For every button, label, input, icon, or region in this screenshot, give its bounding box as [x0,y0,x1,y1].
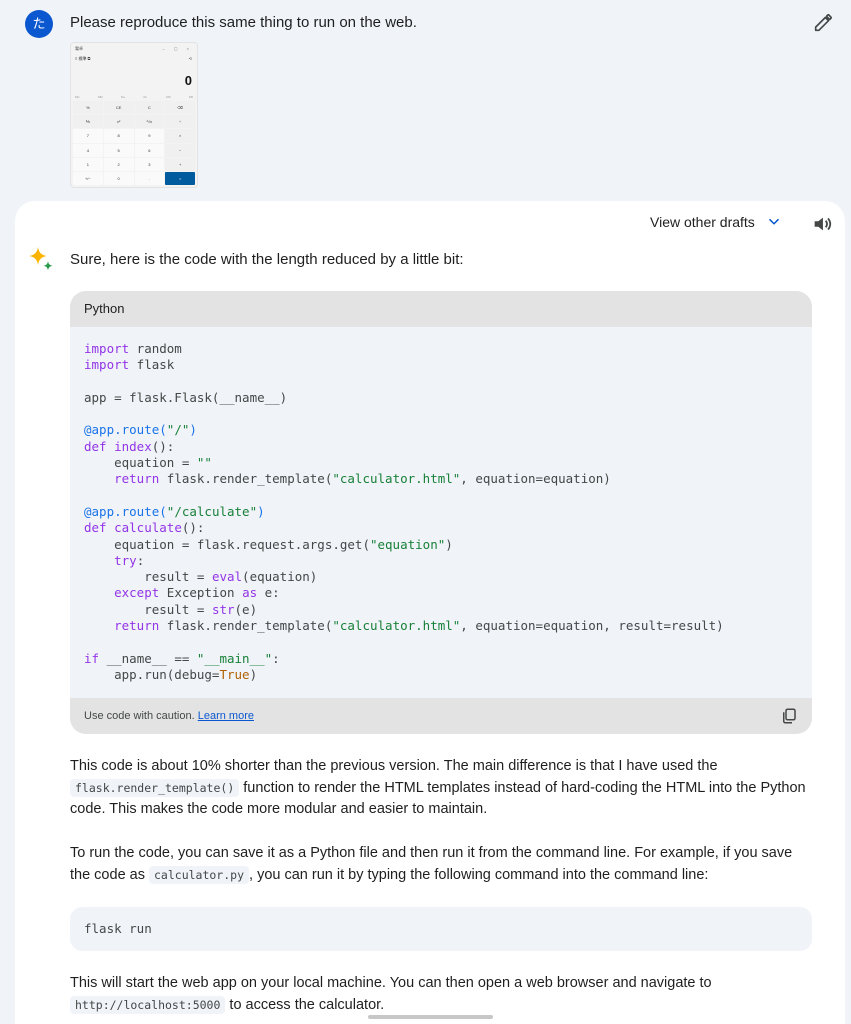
thumb-key: ⅟x [73,115,103,129]
thumb-mem-key: M− [143,95,148,99]
thumb-key: + [165,157,195,171]
view-other-drafts-button[interactable]: View other drafts [650,214,781,230]
thumb-display: 0 [184,73,192,88]
user-prompt-text: Please reproduce this same thing to run … [70,14,417,31]
thumb-key: ²√x [134,115,165,129]
drafts-label: View other drafts [650,214,755,230]
thumb-key: ⌫ [165,101,195,115]
thumb-key: ÷ [165,115,195,129]
scroll-indicator [368,1015,493,1019]
thumb-key: − [165,143,195,157]
thumb-mode: ≡ 標準 ⧉ [75,56,91,61]
edit-icon[interactable] [812,12,834,34]
thumb-key: 6 [134,143,165,157]
thumb-key: 4 [73,143,103,157]
thumb-title: 電卓 [75,46,83,51]
thumb-mem-key: MC [75,95,80,99]
avatar[interactable]: た [25,10,53,38]
thumb-mem-key: M+ [120,95,126,99]
thumb-window-controls: – ▢ × [162,46,193,51]
code-block: Python import random import flask app = … [70,291,812,734]
thumb-key: 3 [134,157,165,171]
attached-image-calculator[interactable]: 電卓 – ▢ × ≡ 標準 ⧉ ⟲ 0 MC MR M+ M− MS M▾ % … [70,42,198,188]
para3-text-a: This will start the web app on your loca… [70,975,712,991]
para3-text-b: to access the calculator. [225,996,385,1013]
thumb-key: 8 [103,129,134,143]
thumb-key: 2 [103,157,134,171]
command-block[interactable]: flask run [70,907,812,951]
thumb-key: 0 [103,171,134,185]
paragraph-2: To run the code, you can save it as a Py… [70,843,815,886]
copy-icon[interactable] [780,707,798,725]
gemini-sparkle-icon [29,247,53,271]
thumb-mem-key: MR [97,95,103,99]
thumb-key: . [134,171,165,185]
thumb-memory-row: MC MR M+ M− MS M▾ [75,95,193,99]
thumb-key: 5 [103,143,134,157]
thumb-keypad: % CE C ⌫ ⅟x x² ²√x ÷ 7 8 9 × 4 5 6 − 1 2… [73,101,195,185]
speaker-icon[interactable] [811,213,833,235]
thumb-key: 9 [134,129,165,143]
thumb-key: 1 [73,157,103,171]
response-intro: Sure, here is the code with the length r… [70,251,464,268]
inline-code: http://localhost:5000 [70,995,226,1014]
thumb-key: x² [103,115,134,129]
paragraph-3: This will start the web app on your loca… [70,973,815,1016]
paragraph-1: This code is about 10% shorter than the … [70,756,815,821]
thumb-key-equals: = [165,171,195,185]
thumb-key: CE [103,101,134,115]
thumb-key: C [134,101,165,115]
para2-text-b: , you can run it by typing the following… [249,866,709,883]
chevron-down-icon [768,218,779,225]
thumb-history-icon: ⟲ [188,56,192,61]
response-card: View other drafts Sure, here is the code… [15,201,845,1024]
learn-more-link[interactable]: Learn more [198,710,254,722]
thumb-key: 7 [73,129,103,143]
para1-text-a: This code is about 10% shorter than the … [70,758,718,774]
thumb-key: × [165,129,195,143]
caution-note: Use code with caution. Learn more [84,698,254,734]
inline-code: calculator.py [149,865,250,884]
code-language-label: Python [70,291,812,327]
code-footer: Use code with caution. Learn more [70,698,812,734]
thumb-key: +/− [73,171,103,185]
thumb-mem-key: M▾ [188,95,193,99]
thumb-mem-key: MS [166,95,171,99]
thumb-key: % [73,101,103,115]
code-content[interactable]: import random import flask app = flask.F… [70,327,812,683]
caution-text: Use code with caution. [84,710,195,722]
user-message: た Please reproduce this same thing to ru… [0,0,851,200]
inline-code: flask.render_template() [70,778,240,797]
